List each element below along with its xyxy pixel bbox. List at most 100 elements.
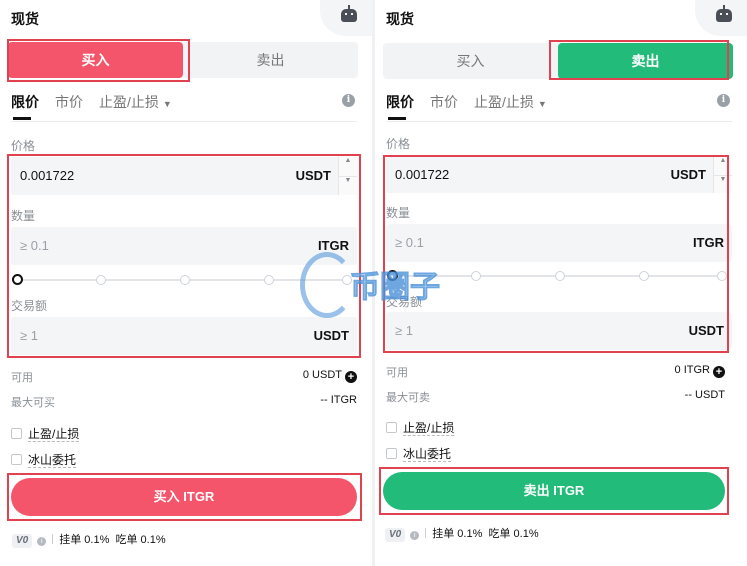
tab-stop[interactable]: 止盈/止损 ▼ bbox=[474, 92, 547, 112]
tab-market[interactable]: 市价 bbox=[430, 92, 458, 112]
amount-input[interactable]: ≥ 0.1 ITGR bbox=[386, 224, 732, 262]
max-value: -- USDT bbox=[684, 389, 725, 401]
iceberg-checkbox[interactable]: 冰山委托 bbox=[11, 451, 77, 468]
slider-mark-25[interactable] bbox=[471, 271, 481, 281]
fee-row: V0 i 挂单 0.1% 吃单 0.1% bbox=[385, 525, 539, 542]
total-placeholder[interactable]: ≥ 1 bbox=[20, 317, 38, 355]
increment-icon[interactable]: ▲ bbox=[339, 157, 357, 177]
info-icon[interactable]: i bbox=[410, 531, 420, 540]
total-unit: USDT bbox=[313, 328, 349, 343]
price-value[interactable]: 0.001722 bbox=[395, 157, 449, 193]
taker-fee: 吃单 0.1% bbox=[115, 534, 166, 546]
total-label: 交易额 bbox=[11, 299, 48, 313]
buy-panel: 现货 买入 卖出 限价 市价 止盈/止损 ▼ i 价格 0.001722 USDT… bbox=[0, 0, 372, 566]
tab-stop[interactable]: 止盈/止损 ▼ bbox=[99, 92, 172, 112]
plus-icon[interactable]: + bbox=[345, 371, 357, 383]
decrement-icon[interactable]: ▼ bbox=[339, 177, 357, 196]
fee-row: V0 i 挂单 0.1% 吃单 0.1% bbox=[12, 531, 166, 548]
total-placeholder[interactable]: ≥ 1 bbox=[395, 312, 413, 350]
divider bbox=[52, 534, 54, 544]
price-input[interactable]: 0.001722 USDT ▲ ▼ bbox=[11, 157, 357, 195]
checkbox-icon[interactable] bbox=[386, 422, 397, 433]
tab-stop-label: 止盈/止损 bbox=[99, 94, 159, 110]
slider-mark-100[interactable] bbox=[717, 271, 727, 281]
taker-fee: 吃单 0.1% bbox=[488, 528, 539, 540]
available-value: 0 USDT bbox=[302, 369, 342, 381]
price-input[interactable]: 0.001722 USDT ▲ ▼ bbox=[386, 157, 732, 193]
slider-mark-50[interactable] bbox=[555, 271, 565, 281]
tpsl-checkbox[interactable]: 止盈/止损 bbox=[386, 419, 455, 436]
sell-submit-button[interactable]: 卖出 ITGR bbox=[383, 472, 725, 510]
info-icon[interactable]: i bbox=[342, 94, 355, 107]
price-stepper[interactable]: ▲ ▼ bbox=[338, 157, 357, 195]
vip-level-badge[interactable]: V0 bbox=[385, 528, 406, 542]
tab-sell[interactable]: 卖出 bbox=[558, 43, 733, 79]
maker-fee: 挂单 0.1% bbox=[432, 528, 483, 540]
tab-limit[interactable]: 限价 bbox=[386, 92, 414, 120]
assistant-corner[interactable] bbox=[320, 0, 372, 36]
slider-handle[interactable] bbox=[12, 274, 23, 285]
iceberg-option-label[interactable]: 冰山委托 bbox=[403, 447, 452, 462]
sell-panel: 现货 买入 卖出 限价 市价 止盈/止损 ▼ i 价格 0.001722 USDT… bbox=[375, 0, 747, 566]
amount-unit: ITGR bbox=[692, 235, 724, 250]
chevron-down-icon: ▼ bbox=[162, 99, 172, 109]
maker-fee: 挂单 0.1% bbox=[59, 534, 110, 546]
tab-buy[interactable]: 买入 bbox=[8, 42, 183, 78]
decrement-icon[interactable]: ▼ bbox=[714, 176, 732, 194]
tab-buy[interactable]: 买入 bbox=[383, 43, 558, 79]
available-label: 可用 bbox=[386, 367, 408, 379]
tab-market[interactable]: 市价 bbox=[55, 92, 83, 112]
slider-mark-75[interactable] bbox=[639, 271, 649, 281]
robot-icon[interactable] bbox=[341, 5, 357, 22]
slider-mark-75[interactable] bbox=[264, 275, 274, 285]
max-label: 最大可买 bbox=[11, 397, 55, 409]
max-value: -- ITGR bbox=[320, 394, 357, 406]
total-input[interactable]: ≥ 1 USDT bbox=[11, 317, 357, 355]
info-icon[interactable]: i bbox=[37, 537, 47, 546]
tpsl-option-label[interactable]: 止盈/止损 bbox=[28, 427, 80, 442]
side-tabs: 买入 卖出 bbox=[383, 43, 733, 79]
tab-sell[interactable]: 卖出 bbox=[183, 42, 358, 78]
buy-submit-button[interactable]: 买入 ITGR bbox=[11, 478, 357, 516]
price-stepper[interactable]: ▲ ▼ bbox=[713, 157, 732, 193]
info-icon[interactable]: i bbox=[717, 94, 730, 107]
price-label: 价格 bbox=[386, 137, 411, 151]
available-value: 0 ITGR bbox=[674, 364, 710, 376]
slider-mark-50[interactable] bbox=[180, 275, 190, 285]
price-label: 价格 bbox=[11, 139, 36, 153]
chevron-down-icon: ▼ bbox=[537, 99, 547, 109]
page-title: 现货 bbox=[11, 11, 39, 27]
increment-icon[interactable]: ▲ bbox=[714, 157, 732, 176]
available-label: 可用 bbox=[11, 372, 33, 384]
slider-handle[interactable] bbox=[387, 270, 398, 281]
checkbox-icon[interactable] bbox=[11, 454, 22, 465]
iceberg-option-label[interactable]: 冰山委托 bbox=[28, 453, 77, 468]
tab-limit[interactable]: 限价 bbox=[11, 92, 39, 120]
iceberg-checkbox[interactable]: 冰山委托 bbox=[386, 445, 452, 462]
amount-label: 数量 bbox=[386, 206, 411, 220]
robot-icon[interactable] bbox=[716, 5, 732, 22]
vip-level-badge[interactable]: V0 bbox=[12, 534, 33, 548]
tab-stop-label: 止盈/止损 bbox=[474, 94, 534, 110]
amount-placeholder[interactable]: ≥ 0.1 bbox=[395, 224, 424, 262]
assistant-corner[interactable] bbox=[695, 0, 747, 36]
page-title: 现货 bbox=[386, 11, 414, 27]
divider bbox=[11, 121, 357, 122]
available-balance: 0 ITGR + bbox=[675, 364, 725, 378]
divider bbox=[386, 121, 732, 122]
slider-mark-100[interactable] bbox=[342, 275, 352, 285]
total-input[interactable]: ≥ 1 USDT bbox=[386, 312, 732, 350]
tpsl-option-label[interactable]: 止盈/止损 bbox=[403, 421, 455, 436]
order-type-tabs: 限价 市价 止盈/止损 ▼ i bbox=[11, 92, 361, 120]
plus-icon[interactable]: + bbox=[713, 366, 725, 378]
order-type-tabs: 限价 市价 止盈/止损 ▼ i bbox=[386, 92, 736, 120]
amount-slider[interactable] bbox=[12, 274, 352, 286]
checkbox-icon[interactable] bbox=[386, 448, 397, 459]
amount-placeholder[interactable]: ≥ 0.1 bbox=[20, 227, 49, 265]
amount-input[interactable]: ≥ 0.1 ITGR bbox=[11, 227, 357, 265]
checkbox-icon[interactable] bbox=[11, 428, 22, 439]
slider-mark-25[interactable] bbox=[96, 275, 106, 285]
tpsl-checkbox[interactable]: 止盈/止损 bbox=[11, 425, 80, 442]
price-value[interactable]: 0.001722 bbox=[20, 157, 74, 195]
amount-slider[interactable] bbox=[387, 270, 727, 282]
